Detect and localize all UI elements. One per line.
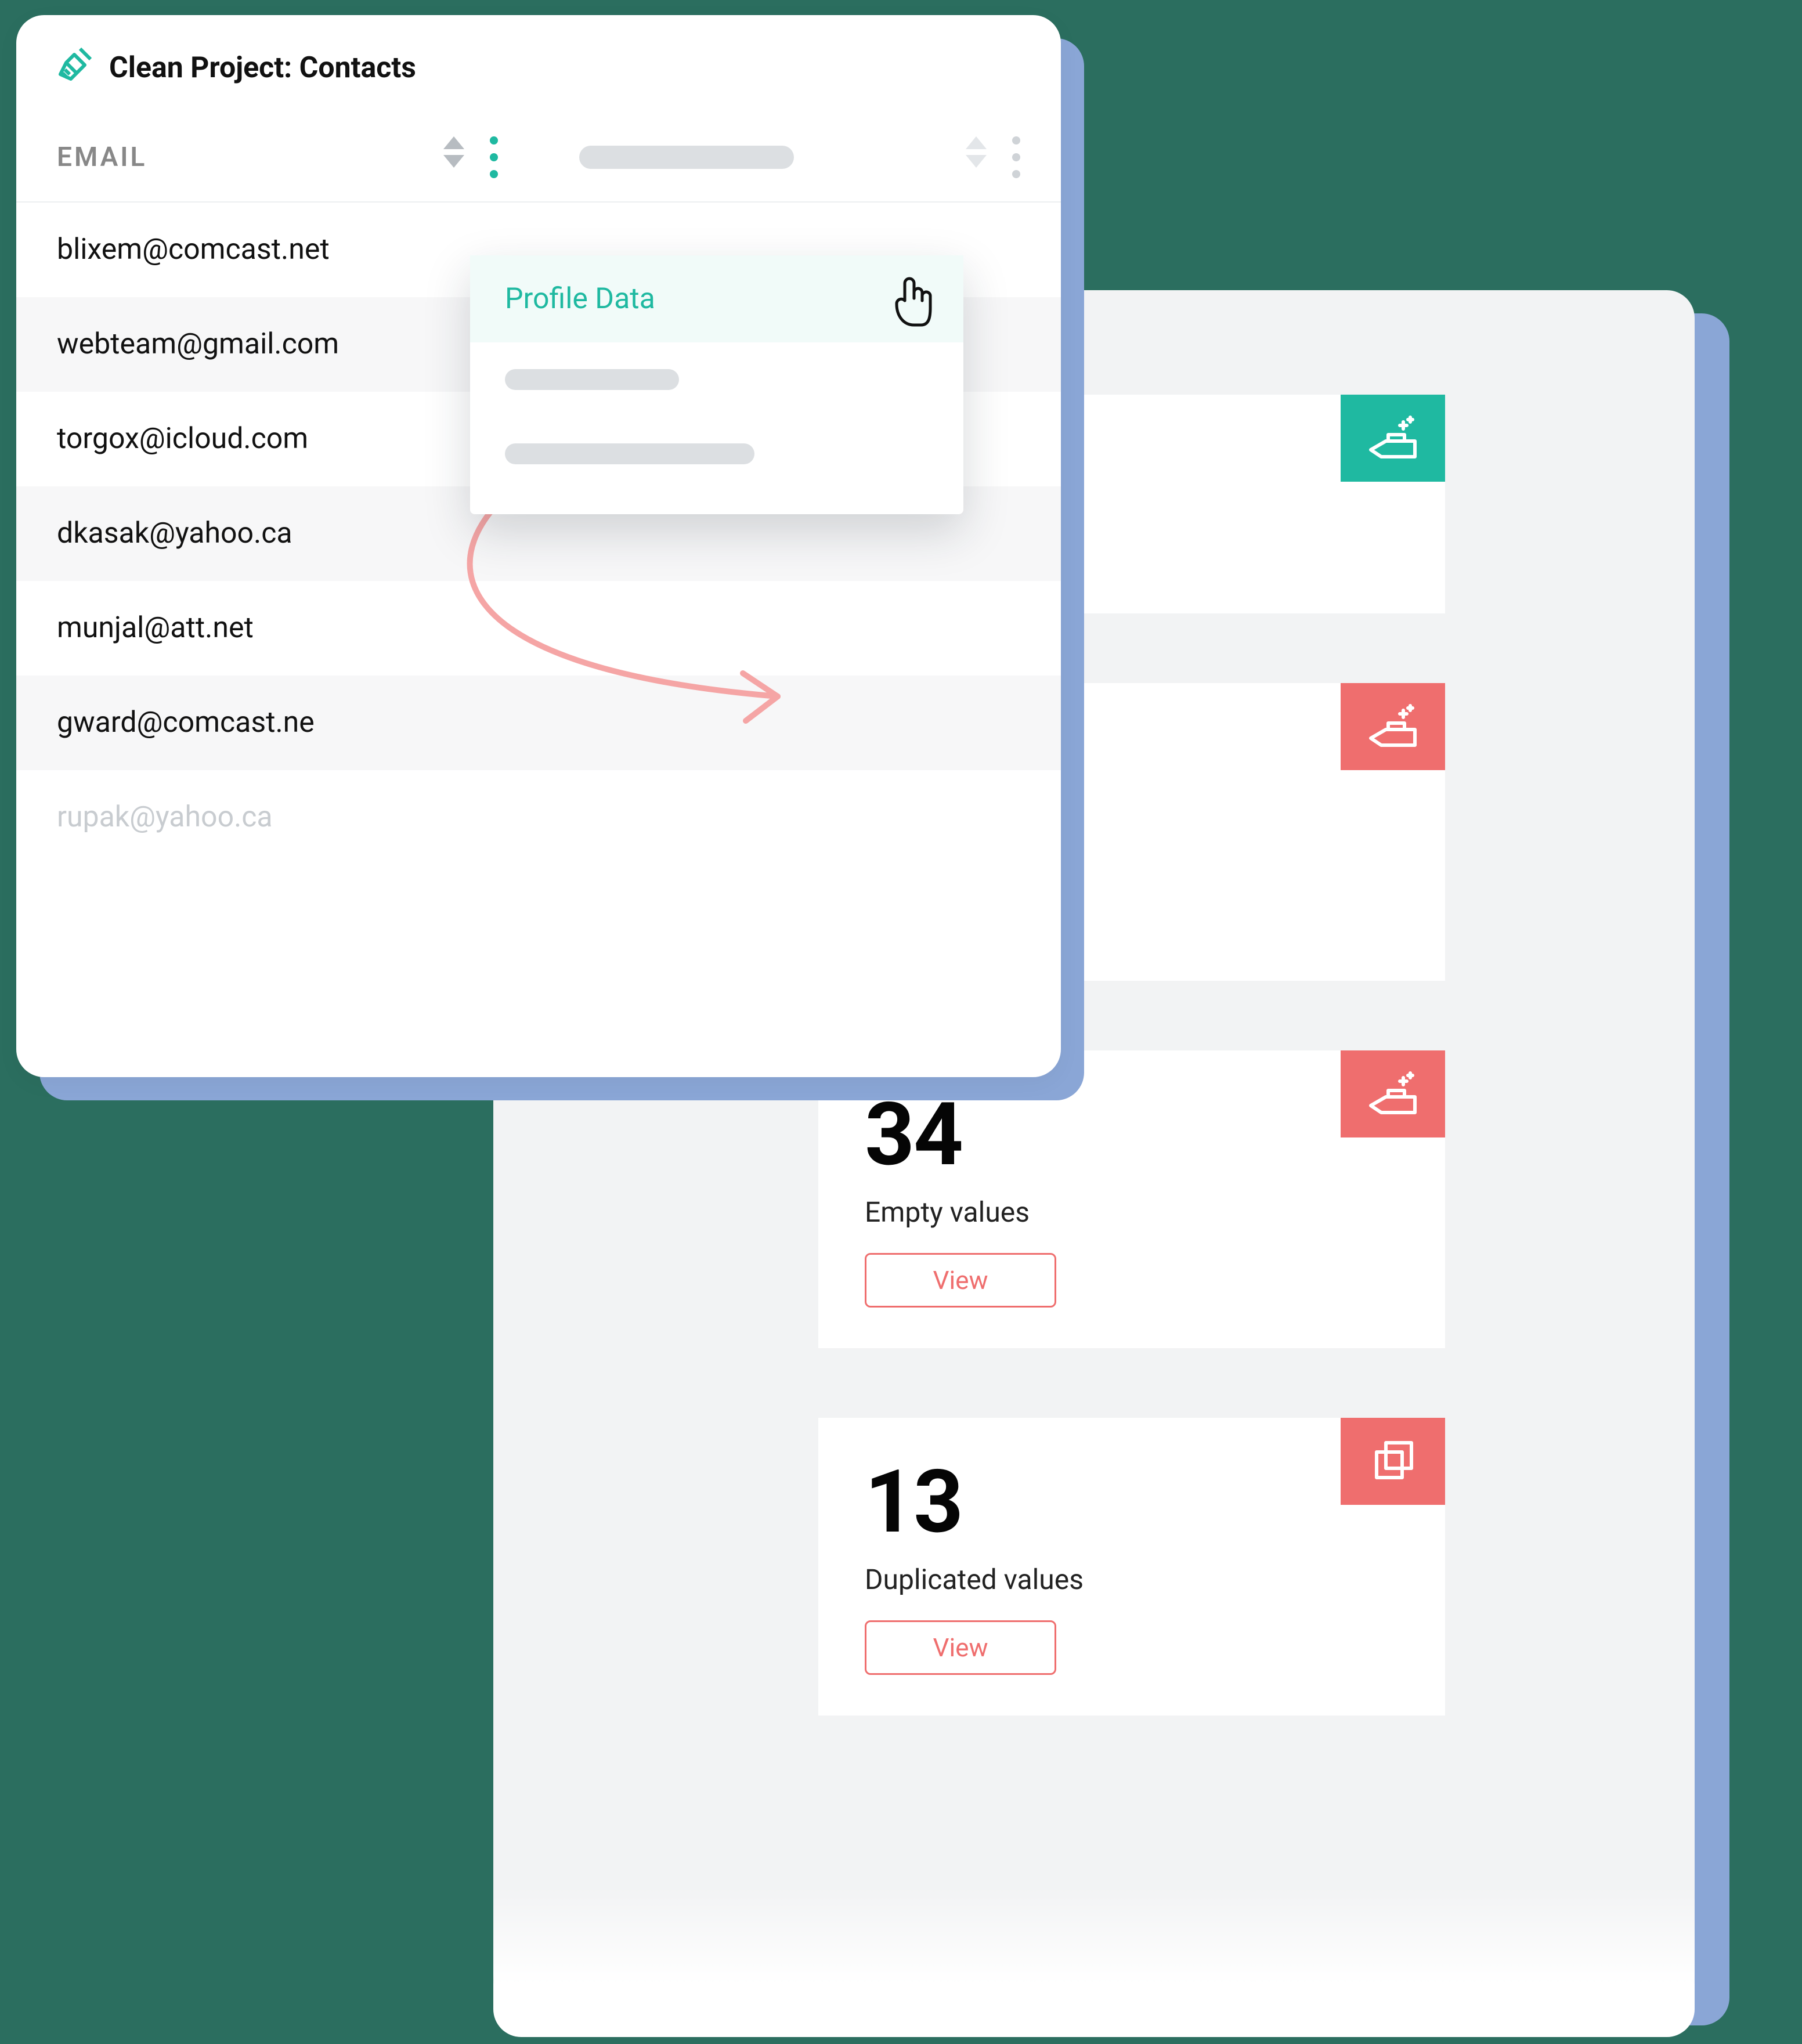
sort-toggle-email[interactable] xyxy=(438,136,470,178)
column-email-menu-button[interactable] xyxy=(490,136,498,178)
broom-icon xyxy=(57,45,94,90)
column-email: EMAIL xyxy=(16,113,539,201)
stat-card-duplicated: 13 Duplicated values View xyxy=(818,1418,1445,1716)
table-row[interactable]: munjal@att.net xyxy=(16,581,1061,676)
stat-duplicated-label: Duplicated values xyxy=(865,1563,1399,1596)
menu-item-profile-data[interactable]: Profile Data xyxy=(470,255,963,342)
window-title: Clean Project: Contacts xyxy=(109,51,416,85)
menu-item-placeholder-2[interactable] xyxy=(470,417,963,491)
placeholder-pill xyxy=(505,443,754,464)
duplicate-icon xyxy=(1364,1432,1422,1490)
column-menu-popover: Profile Data xyxy=(470,255,963,514)
menu-item-placeholder-1[interactable] xyxy=(470,342,963,417)
table-row[interactable]: rupak@yahoo.ca xyxy=(16,770,1061,865)
cursor-hand-icon xyxy=(887,275,934,331)
column-headers: EMAIL xyxy=(16,113,1061,203)
column-placeholder xyxy=(539,113,1061,201)
view-empty-button[interactable]: View xyxy=(865,1253,1056,1308)
badge-duplicated xyxy=(1341,1418,1445,1505)
stat-empty-label: Empty values xyxy=(865,1196,1399,1229)
table-row[interactable]: gward@comcast.ne xyxy=(16,676,1061,770)
hand-sparkle-icon xyxy=(1364,409,1422,467)
column-placeholder-label xyxy=(579,146,794,169)
badge-valid xyxy=(1341,395,1445,482)
table-window: Clean Project: Contacts EMAIL blixem@com… xyxy=(16,15,1061,1077)
column-email-label: EMAIL xyxy=(57,142,147,173)
view-duplicated-button[interactable]: View xyxy=(865,1620,1056,1675)
column-placeholder-menu-button[interactable] xyxy=(1012,136,1020,178)
badge-empty xyxy=(1341,1050,1445,1137)
stat-duplicated-value: 13 xyxy=(865,1458,1399,1545)
placeholder-pill xyxy=(505,369,679,390)
hand-sparkle-icon xyxy=(1364,698,1422,756)
badge-errors xyxy=(1341,683,1445,770)
sort-toggle-placeholder[interactable] xyxy=(960,136,992,178)
hand-sparkle-icon xyxy=(1364,1065,1422,1123)
stat-empty-value: 34 xyxy=(865,1091,1399,1178)
menu-item-profile-data-label: Profile Data xyxy=(505,282,655,316)
window-title-bar: Clean Project: Contacts xyxy=(16,15,1061,113)
